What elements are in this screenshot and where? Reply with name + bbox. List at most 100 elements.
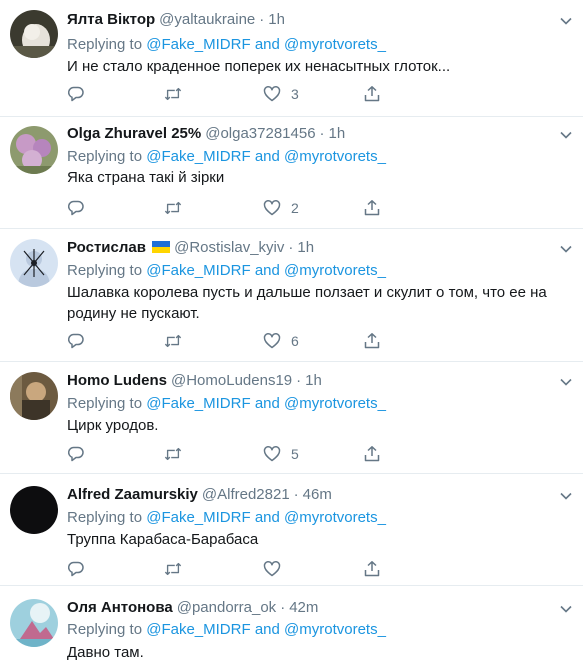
timestamp[interactable]: 1h — [329, 125, 346, 142]
author-name[interactable]: Ростислав — [67, 239, 146, 256]
tweet-actions — [67, 558, 387, 580]
author-name[interactable]: Alfred Zaamurskiy — [67, 486, 198, 503]
reply-icon — [67, 86, 84, 102]
share-button[interactable] — [363, 83, 381, 105]
mention-link[interactable]: @myrotvorets_ — [284, 395, 386, 412]
retweet-icon — [164, 87, 182, 101]
reply-button[interactable] — [67, 330, 85, 352]
like-button[interactable]: 3 — [263, 83, 299, 105]
share-button[interactable] — [363, 558, 381, 580]
reply-button[interactable] — [67, 558, 85, 580]
chevron-down-icon[interactable] — [559, 602, 573, 616]
like-icon — [263, 200, 281, 216]
tweet-actions: 2 — [67, 197, 387, 219]
and-text[interactable]: and — [255, 621, 280, 638]
chevron-down-icon[interactable] — [559, 14, 573, 28]
mention-link[interactable]: @Fake_MIDRF — [146, 262, 250, 279]
and-text[interactable]: and — [255, 148, 280, 165]
mention-link[interactable]: @Fake_MIDRF — [146, 509, 250, 526]
avatar[interactable] — [10, 239, 58, 287]
tweet[interactable]: Olga Zhuravel 25% @olga37281456 · 1h Replyi… — [0, 117, 583, 229]
author-name[interactable]: Homo Ludens — [67, 372, 167, 389]
separator-dot: · — [259, 11, 265, 28]
mention-link[interactable]: @myrotvorets_ — [284, 36, 386, 53]
mention-link[interactable]: @Fake_MIDRF — [146, 395, 250, 412]
ukraine-flag-icon — [152, 241, 171, 253]
timestamp[interactable]: 46m — [303, 486, 332, 503]
tweet[interactable]: Оля Антонова @pandorra_ok · 42m Replying to… — [0, 586, 583, 665]
replying-to: Replying to @Fake_MIDRF and @myrotvorets… — [67, 620, 386, 640]
and-text[interactable]: and — [255, 509, 280, 526]
mention-link[interactable]: @myrotvorets_ — [284, 148, 386, 165]
mention-link[interactable]: @Fake_MIDRF — [146, 36, 250, 53]
avatar[interactable] — [10, 372, 58, 420]
share-button[interactable] — [363, 330, 381, 352]
retweet-button[interactable] — [164, 83, 182, 105]
share-button[interactable] — [363, 197, 381, 219]
like-count: 5 — [291, 446, 299, 462]
like-button[interactable] — [263, 558, 281, 580]
chevron-down-icon[interactable] — [559, 375, 573, 389]
reply-icon — [67, 333, 84, 349]
avatar[interactable] — [10, 486, 58, 534]
timestamp[interactable]: 1h — [305, 372, 322, 389]
reply-button[interactable] — [67, 197, 85, 219]
mention-link[interactable]: @myrotvorets_ — [284, 262, 386, 279]
and-text[interactable]: and — [255, 395, 280, 412]
avatar[interactable] — [10, 126, 58, 174]
mention-link[interactable]: @Fake_MIDRF — [146, 621, 250, 638]
reply-button[interactable] — [67, 83, 85, 105]
mention-link[interactable]: @Fake_MIDRF — [146, 148, 250, 165]
like-button[interactable]: 6 — [263, 330, 299, 352]
author-handle[interactable]: @yaltaukraine — [159, 11, 255, 28]
timestamp[interactable]: 1h — [297, 239, 314, 256]
tweet-text: И не стало краденное поперек их ненасытн… — [67, 58, 451, 75]
share-button[interactable] — [363, 443, 381, 465]
retweet-button[interactable] — [164, 197, 182, 219]
replying-to: Replying to @Fake_MIDRF and @myrotvorets… — [67, 147, 386, 167]
tweet[interactable]: Ростислав @Rostislav_kyiv · 1h Replying to… — [0, 229, 583, 362]
tweet[interactable]: Alfred Zaamurskiy @Alfred2821 · 46m Replyin… — [0, 474, 583, 586]
replying-prefix: Replying to — [67, 395, 143, 412]
mention-link[interactable]: @myrotvorets_ — [284, 621, 386, 638]
replying-to: Replying to @Fake_MIDRF and @myrotvorets… — [67, 35, 386, 55]
reply-feed: Ялта Віктор @yaltaukraine · 1h Replying to … — [0, 0, 583, 665]
separator-dot: · — [293, 486, 299, 503]
tweet[interactable]: Homo Ludens @HomoLudens19 · 1h Replying to … — [0, 362, 583, 474]
avatar[interactable] — [10, 10, 58, 58]
separator-dot: · — [288, 239, 294, 256]
author-name[interactable]: Ялта Віктор — [67, 11, 155, 28]
tweet-text: Шалавка королева пусть и дальше ползает … — [67, 284, 547, 322]
and-text[interactable]: and — [255, 262, 280, 279]
tweet[interactable]: Ялта Віктор @yaltaukraine · 1h Replying to … — [0, 0, 583, 117]
share-icon — [364, 446, 380, 462]
avatar[interactable] — [10, 599, 58, 647]
replying-to: Replying to @Fake_MIDRF and @myrotvorets… — [67, 261, 386, 281]
author-name[interactable]: Olga Zhuravel 25% — [67, 125, 201, 142]
timestamp[interactable]: 1h — [268, 11, 285, 28]
author-handle[interactable]: @pandorra_ok — [177, 599, 276, 616]
replying-prefix: Replying to — [67, 36, 143, 53]
author-handle[interactable]: @Alfred2821 — [202, 486, 290, 503]
mention-link[interactable]: @myrotvorets_ — [284, 509, 386, 526]
like-button[interactable]: 2 — [263, 197, 299, 219]
author-handle[interactable]: @HomoLudens19 — [171, 372, 292, 389]
retweet-button[interactable] — [164, 443, 182, 465]
author-handle[interactable]: @Rostislav_kyiv — [174, 239, 284, 256]
replying-prefix: Replying to — [67, 621, 143, 638]
tweet-actions: 3 — [67, 83, 387, 105]
author-handle[interactable]: @olga37281456 — [205, 125, 315, 142]
retweet-button[interactable] — [164, 330, 182, 352]
tweet-text: Труппа Карабаса-Барабаса — [67, 531, 259, 548]
retweet-button[interactable] — [164, 558, 182, 580]
replying-prefix: Replying to — [67, 509, 143, 526]
like-button[interactable]: 5 — [263, 443, 299, 465]
chevron-down-icon[interactable] — [559, 489, 573, 503]
timestamp[interactable]: 42m — [289, 599, 318, 616]
like-count: 2 — [291, 200, 299, 216]
reply-button[interactable] — [67, 443, 85, 465]
and-text[interactable]: and — [255, 36, 280, 53]
author-name[interactable]: Оля Антонова — [67, 599, 173, 616]
chevron-down-icon[interactable] — [559, 242, 573, 256]
chevron-down-icon[interactable] — [559, 128, 573, 142]
